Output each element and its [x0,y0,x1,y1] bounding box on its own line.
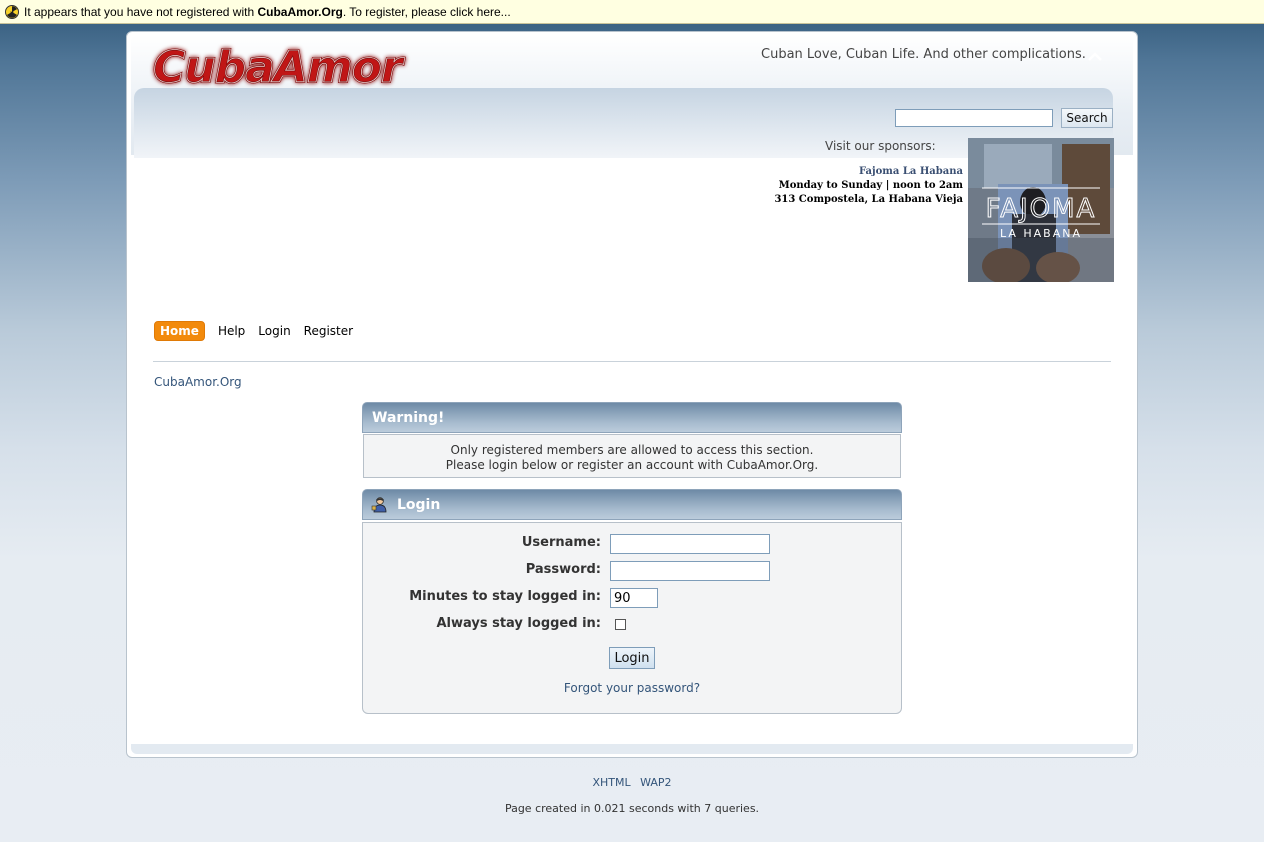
nav-divider [153,361,1111,362]
sponsor-image-title: FAJOMA [986,194,1097,224]
minutes-field[interactable] [610,588,658,608]
breadcrumb[interactable]: CubaAmor.Org [154,375,242,389]
warning-line-2: Please login below or register an accoun… [445,458,819,472]
sponsor-address: 313 Compostela, La Habana Vieja [774,194,963,205]
page-stats: Page created in 0.021 seconds with 7 que… [504,802,760,815]
main-navigation: Home Help Login Register [154,321,366,341]
nav-item-help[interactable]: Help [218,322,245,340]
minutes-label: Minutes to stay logged in: [409,589,601,604]
sponsor-name[interactable]: Fajoma La Habana [774,165,963,179]
sponsor-image[interactable]: FAJOMA LA HABANA [968,138,1114,282]
sponsor-info[interactable]: Fajoma La Habana Monday to Sunday | noon… [774,165,963,207]
user-login-icon [371,496,387,512]
wrapper-footer-strip [131,744,1133,754]
username-label: Username: [521,535,601,550]
nav-item-home[interactable]: Home [154,321,205,341]
search-input[interactable] [895,109,1053,127]
registration-notice-bar[interactable]: It appears that you have not registered … [0,0,1264,24]
login-button[interactable]: Login [609,647,655,669]
login-title: Login [397,496,441,513]
logo-text-highlight: CubaAmor [153,42,405,93]
footer-links: XHTML WAP2 [0,776,1264,789]
sponsor-hours: Monday to Sunday | noon to 2am [778,180,963,191]
nav-item-login[interactable]: Login [258,322,290,340]
always-logged-in-label: Always stay logged in: [436,616,601,631]
collapse-header-icon[interactable] [1085,46,1105,66]
warning-line-1: Only registered members are allowed to a… [450,443,814,457]
password-field[interactable] [610,561,770,581]
password-label: Password: [525,562,601,577]
always-logged-in-checkbox[interactable] [615,619,626,630]
forgot-password-link[interactable]: Forgot your password? [363,681,901,695]
nav-item-register[interactable]: Register [304,322,353,340]
sponsor-image-subtitle: LA HABANA [1000,227,1082,240]
footer-link-xhtml[interactable]: XHTML [592,776,630,789]
search-button[interactable]: Search [1061,108,1113,128]
username-field[interactable] [610,534,770,554]
warning-message-box: Only registered members are allowed to a… [363,434,901,478]
warning-header: Warning! [362,402,902,433]
login-header: Login [362,489,902,520]
login-form: Username: Password: Minutes to stay logg… [362,522,902,714]
main-wrapper: CubaAmor CubaAmor Cuban Love, Cuban Life… [126,31,1138,758]
site-logo[interactable]: CubaAmor CubaAmor [149,38,469,94]
site-tagline: Cuban Love, Cuban Life. And other compli… [761,47,1086,62]
notice-text[interactable]: It appears that you have not registered … [24,5,511,19]
radioactive-icon [5,4,19,19]
footer-link-wap2[interactable]: WAP2 [640,776,671,789]
warning-title: Warning! [372,409,445,426]
sponsors-label: Visit our sponsors: [825,139,936,153]
